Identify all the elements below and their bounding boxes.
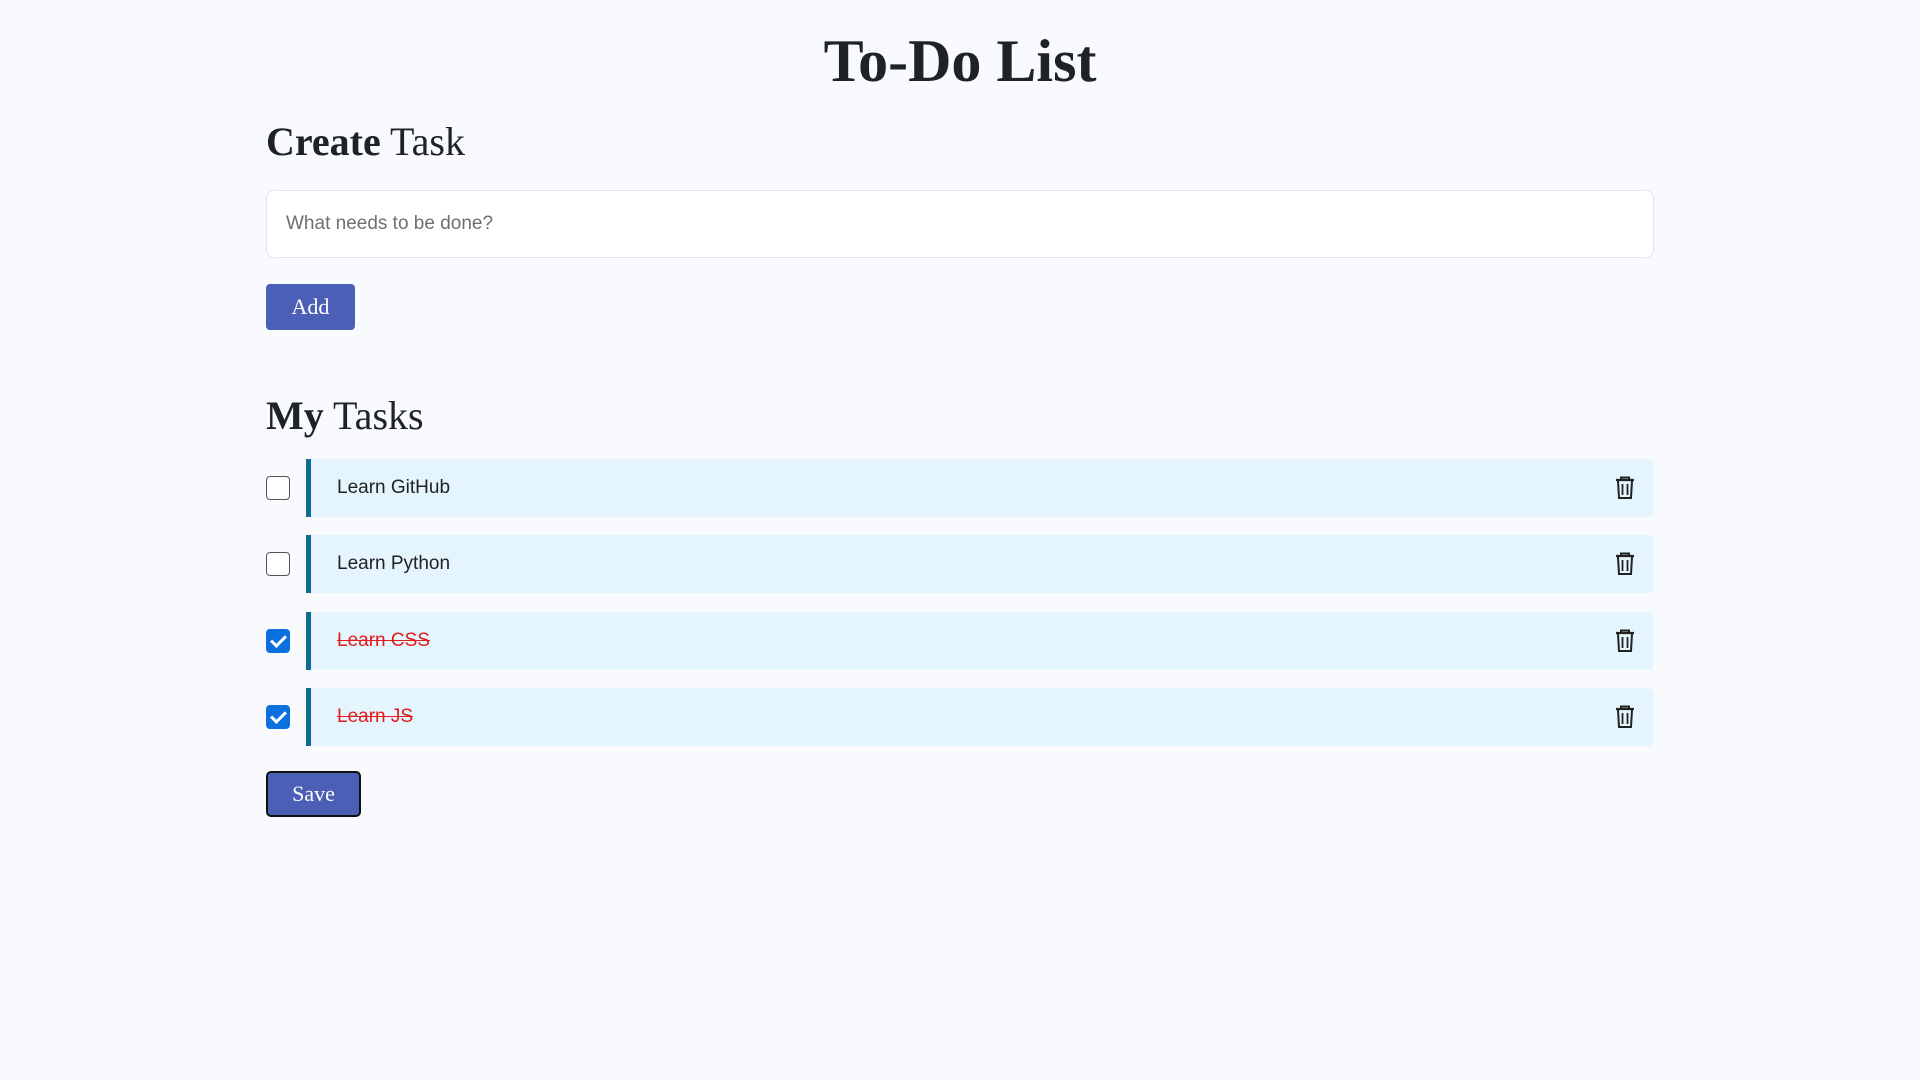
task-item: Learn Python <box>306 535 1654 593</box>
task-row: Learn JS <box>266 688 1654 746</box>
task-row: Learn Python <box>266 535 1654 593</box>
trash-icon[interactable] <box>1614 552 1636 576</box>
new-task-input[interactable] <box>266 190 1654 258</box>
task-item: Learn CSS <box>306 612 1654 670</box>
task-row: Learn CSS <box>266 612 1654 670</box>
task-checkbox[interactable] <box>266 476 290 500</box>
task-label: Learn Python <box>337 553 451 574</box>
task-row: Learn GitHub <box>266 459 1654 517</box>
create-task-heading: Create Task <box>266 118 465 166</box>
task-label: Learn CSS <box>337 630 430 651</box>
task-item: Learn JS <box>306 688 1654 746</box>
create-heading-rest: Task <box>380 119 465 164</box>
create-heading-bold: Create <box>266 119 381 164</box>
tasks-heading-bold: My <box>266 393 324 438</box>
task-label: Learn GitHub <box>337 477 451 498</box>
trash-icon[interactable] <box>1614 705 1636 729</box>
add-button[interactable]: Add <box>266 284 355 330</box>
tasks-heading-rest: Tasks <box>323 393 424 438</box>
task-checkbox[interactable] <box>266 552 290 576</box>
trash-icon[interactable] <box>1614 629 1636 653</box>
task-checkbox[interactable] <box>266 629 290 653</box>
save-button[interactable]: Save <box>266 771 361 817</box>
task-item: Learn GitHub <box>306 459 1654 517</box>
trash-icon[interactable] <box>1614 476 1636 500</box>
todo-page: To-Do List Create Task Add My Tasks Lear… <box>0 0 1920 1080</box>
task-label: Learn JS <box>337 706 414 727</box>
task-checkbox[interactable] <box>266 705 290 729</box>
page-title: To-Do List <box>823 28 1097 94</box>
my-tasks-heading: My Tasks <box>266 392 424 440</box>
